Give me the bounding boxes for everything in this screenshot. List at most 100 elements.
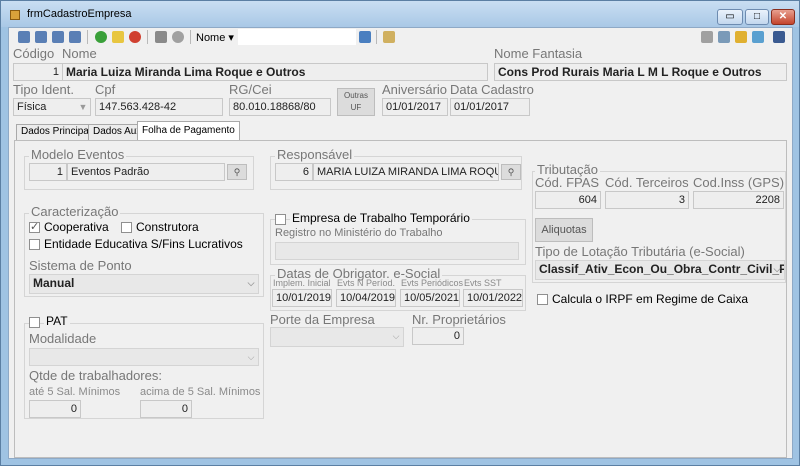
porte-empresa-select[interactable]: ⌵: [270, 327, 404, 347]
calcula-irpf-checkbox[interactable]: [537, 294, 548, 305]
modalidade-label: Modalidade: [29, 331, 97, 346]
edit-icon[interactable]: [112, 31, 124, 43]
sistema-ponto-select[interactable]: Manual ⌵: [29, 274, 259, 294]
chevron-down-icon: ⌵: [247, 278, 255, 288]
info-icon[interactable]: [735, 31, 747, 43]
cod-inss-field[interactable]: 2208: [693, 191, 784, 209]
save-icon[interactable]: [155, 31, 167, 43]
porte-empresa-label: Porte da Empresa: [270, 312, 375, 327]
construtora-label: Construtora: [136, 220, 199, 234]
responsavel-name[interactable]: MARIA LUIZA MIRANDA LIMA ROQUE: [313, 163, 499, 181]
aliquotas-button[interactable]: Aliquotas: [535, 218, 593, 242]
evts-periodicos-label: Evts Periódicos: [401, 278, 464, 288]
calcula-irpf-label: Calcula o IRPF em Regime de Caixa: [552, 292, 749, 306]
tipo-lotacao-select[interactable]: Classif_Ativ_Econ_Ou_Obra_Contr_Civil_P …: [535, 260, 785, 280]
evts-n-period-field[interactable]: 10/04/2019: [336, 289, 396, 307]
maximize-button[interactable]: □: [745, 9, 769, 25]
nome-fantasia-field[interactable]: Cons Prod Rurais Maria L M L Roque e Out…: [494, 63, 787, 81]
chevron-down-icon: ⌵: [392, 331, 400, 341]
search-input[interactable]: [238, 29, 356, 45]
ate-5-salarios-label: até 5 Sal. Mínimos: [29, 386, 121, 398]
evts-sst-field[interactable]: 10/01/2022: [463, 289, 523, 307]
empresa-temporaria-checkbox[interactable]: [275, 214, 286, 225]
search-icon[interactable]: [359, 31, 371, 43]
cpf-label: Cpf: [95, 82, 116, 97]
rg-cei-label: RG/Cei: [229, 82, 272, 97]
folha-de-pagamento-page: Modelo Eventos 1 Eventos Padrão ⚲ Caract…: [14, 140, 787, 458]
nome-field[interactable]: Maria Luiza Miranda Lima Roque e Outros: [62, 63, 488, 81]
chevron-down-icon: ⌵: [773, 264, 781, 274]
responsavel-code[interactable]: 6: [275, 163, 313, 181]
minimize-button[interactable]: ▭: [717, 9, 743, 25]
data-cadastro-field[interactable]: 01/01/2017: [450, 98, 530, 116]
first-record-icon[interactable]: [18, 31, 30, 43]
modelo-eventos-code[interactable]: 1: [29, 163, 67, 181]
evts-sst-label: Evts SST: [464, 278, 502, 288]
next-record-icon[interactable]: [52, 31, 64, 43]
sistema-ponto-label: Sistema de Ponto: [29, 258, 132, 273]
search-responsavel-button[interactable]: ⚲: [501, 164, 521, 180]
delete-icon[interactable]: [129, 31, 141, 43]
close-button[interactable]: ✕: [771, 9, 795, 25]
outras-uf-button[interactable]: Outras UF: [337, 88, 375, 116]
tipo-ident-select[interactable]: Física ▼: [13, 98, 91, 116]
search-modelo-button[interactable]: ⚲: [227, 164, 247, 180]
title-bar[interactable]: frmCadastroEmpresa ▭ □ ✕: [1, 1, 799, 27]
cod-inss-label: Cod.Inss (GPS): [693, 175, 785, 190]
nr-proprietarios-label: Nr. Proprietários: [412, 312, 506, 327]
evts-n-period-label: Evts N Períod.: [337, 278, 396, 288]
cod-fpas-field[interactable]: 604: [535, 191, 601, 209]
empresa-temporaria-label: Empresa de Trabalho Temporário: [290, 211, 472, 225]
nr-proprietarios-field[interactable]: 0: [412, 327, 464, 345]
exit-icon[interactable]: [773, 31, 785, 43]
pat-label: PAT: [44, 314, 70, 328]
cooperativa-checkbox[interactable]: [29, 220, 40, 233]
modelo-eventos-name[interactable]: Eventos Padrão: [67, 163, 225, 181]
codigo-label: Código: [13, 46, 55, 61]
tab-folha-de-pagamento[interactable]: Folha de Pagamento: [137, 121, 240, 141]
cpf-field[interactable]: 147.563.428-42: [95, 98, 223, 116]
tipo-lotacao-label: Tipo de Lotação Tributária (e-Social): [535, 244, 745, 259]
report-icon[interactable]: [383, 31, 395, 43]
modelo-eventos-label: Modelo Eventos: [29, 147, 127, 162]
cod-terceiros-field[interactable]: 3: [605, 191, 689, 209]
tools-icon[interactable]: [718, 31, 730, 43]
tipo-ident-label: Tipo Ident.: [13, 82, 74, 97]
cod-fpas-label: Cód. FPAS: [535, 175, 600, 190]
chevron-down-icon: ▼: [78, 102, 88, 112]
construtora-checkbox[interactable]: [121, 222, 132, 233]
aniversario-label: Aniversário: [382, 82, 448, 97]
undo-icon[interactable]: [172, 31, 184, 43]
rg-cei-field[interactable]: 80.010.18868/80: [229, 98, 331, 116]
implem-inicial-field[interactable]: 10/01/2019: [272, 289, 332, 307]
evts-periodicos-field[interactable]: 10/05/2021: [400, 289, 460, 307]
sistema-ponto-value: Manual: [33, 276, 75, 290]
previous-record-icon[interactable]: [35, 31, 47, 43]
cod-terceiros-label: Cód. Terceiros: [605, 175, 689, 190]
pat-checkbox[interactable]: [29, 317, 40, 328]
implem-inicial-label: Implem. Inicial: [273, 278, 331, 288]
responsavel-label: Responsável: [275, 147, 355, 162]
new-record-icon[interactable]: [95, 31, 107, 43]
entidade-educativa-checkbox[interactable]: [29, 239, 40, 250]
registro-ministerio-label: Registro no Ministério do Trabalho: [275, 227, 443, 239]
acima-5-salarios-label: acima de 5 Sal. Mínimos: [140, 386, 261, 398]
window-title: frmCadastroEmpresa: [27, 8, 132, 20]
registro-ministerio-field[interactable]: [275, 242, 519, 260]
nome-fantasia-label: Nome Fantasia: [494, 46, 583, 61]
last-record-icon[interactable]: [69, 31, 81, 43]
print-icon[interactable]: [701, 31, 713, 43]
codigo-field[interactable]: 1: [13, 63, 63, 81]
acima-5-salarios-field[interactable]: 0: [140, 400, 192, 418]
toolbar: Nome ▾: [9, 28, 792, 46]
modalidade-select[interactable]: ⌵: [29, 348, 259, 366]
aniversario-field[interactable]: 01/01/2017: [382, 98, 448, 116]
help-icon[interactable]: [752, 31, 764, 43]
qtde-trabalhadores-label: Qtde de trabalhadores:: [29, 368, 162, 383]
app-icon: [10, 10, 20, 20]
nome-label: Nome: [62, 46, 97, 61]
entidade-educativa-label: Entidade Educativa S/Fins Lucrativos: [44, 237, 243, 251]
main-window: frmCadastroEmpresa ▭ □ ✕ Nome ▾ Código 1…: [0, 0, 800, 466]
search-field-selector[interactable]: Nome ▾: [196, 31, 234, 44]
ate-5-salarios-field[interactable]: 0: [29, 400, 81, 418]
